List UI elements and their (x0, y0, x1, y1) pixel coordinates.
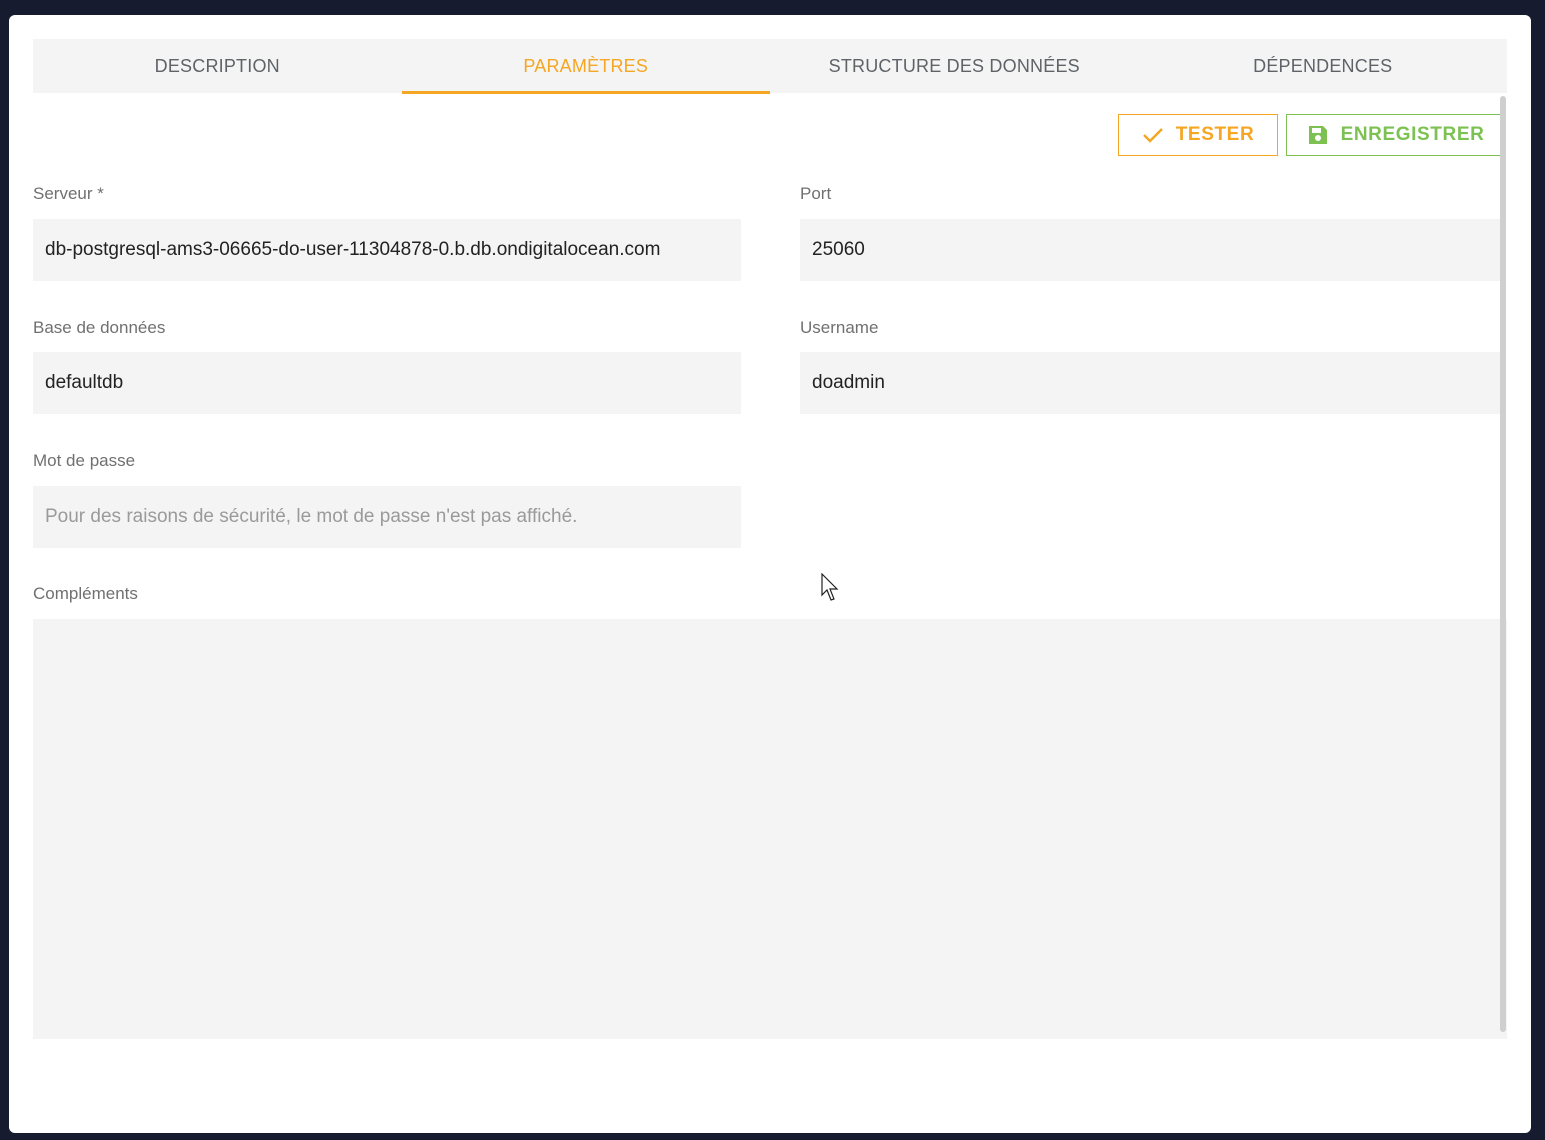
tab-structure-des-donnees[interactable]: STRUCTURE DES DONNÉES (770, 39, 1139, 93)
port-input[interactable]: 25060 (800, 219, 1500, 281)
floppy-disk-icon (1307, 124, 1329, 146)
modal-dialog: DESCRIPTION PARAMÈTRES STRUCTURE DES DON… (9, 15, 1531, 1133)
username-label: Username (800, 318, 879, 337)
password-label: Mot de passe (33, 451, 136, 470)
database-label: Base de données (33, 318, 166, 337)
tab-description[interactable]: DESCRIPTION (33, 39, 402, 93)
server-input[interactable]: db-postgresql-ams3-06665-do-user-1130487… (33, 219, 741, 281)
save-button[interactable]: ENREGISTRER (1286, 114, 1505, 156)
tab-dependences[interactable]: DÉPENDENCES (1139, 39, 1508, 93)
scrollbar[interactable] (1500, 96, 1506, 1032)
mouse-pointer-icon (821, 572, 841, 608)
username-input[interactable]: doadmin (800, 352, 1500, 414)
tab-bar: DESCRIPTION PARAMÈTRES STRUCTURE DES DON… (33, 39, 1508, 94)
test-button-label: TESTER (1175, 124, 1255, 145)
tab-parametres[interactable]: PARAMÈTRES (401, 39, 771, 94)
port-label: Port (800, 184, 832, 203)
server-label: Serveur * (33, 184, 104, 203)
complements-textarea[interactable] (33, 619, 1507, 1039)
complements-label: Compléments (33, 584, 138, 603)
database-input[interactable]: defaultdb (33, 352, 741, 414)
check-icon (1142, 126, 1164, 144)
password-input[interactable]: Pour des raisons de sécurité, le mot de … (33, 486, 741, 548)
test-button[interactable]: TESTER (1118, 114, 1278, 156)
save-button-label: ENREGISTRER (1340, 124, 1485, 145)
